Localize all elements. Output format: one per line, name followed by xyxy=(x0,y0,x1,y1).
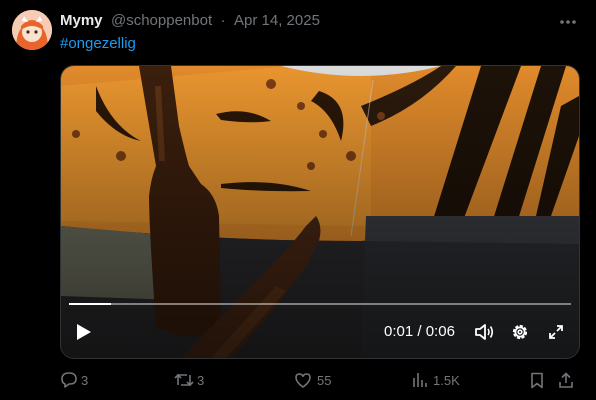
video-player[interactable]: 0:01 / 0:06 xyxy=(60,65,580,359)
repost-count: 3 xyxy=(197,372,205,388)
reply-count: 3 xyxy=(81,372,89,388)
share-button[interactable] xyxy=(558,368,574,392)
share-icon xyxy=(559,371,573,388)
avatar[interactable] xyxy=(12,10,52,50)
settings-icon xyxy=(512,324,528,340)
reply-icon xyxy=(61,372,77,388)
video-controls: 0:01 / 0:06 xyxy=(61,314,579,350)
views-button[interactable]: 1.5K xyxy=(412,368,460,392)
volume-button[interactable] xyxy=(471,314,497,350)
duration: 0:06 xyxy=(425,323,455,340)
reply-button[interactable]: 3 xyxy=(60,368,88,392)
like-count: 55 xyxy=(317,372,332,388)
tweet-actions: 3 3 55 1.5K xyxy=(60,368,584,392)
more-options-button[interactable] xyxy=(556,12,580,32)
author-name[interactable]: Mymy xyxy=(60,12,103,29)
time-separator: / xyxy=(417,323,422,340)
tweet-header: Mymy @schoppenbot · Apr 14, 2025 xyxy=(60,12,584,32)
like-icon xyxy=(295,372,311,388)
repost-button[interactable]: 3 xyxy=(174,368,204,392)
play-icon xyxy=(77,324,91,340)
time-display: 0:01 / 0:06 xyxy=(384,323,455,340)
current-time: 0:01 xyxy=(384,323,414,340)
hashtag-link[interactable]: #ongezellig xyxy=(60,35,136,52)
progress-bar[interactable] xyxy=(69,303,571,305)
bookmark-icon xyxy=(531,372,543,388)
fullscreen-button[interactable] xyxy=(543,314,569,350)
views-icon xyxy=(413,373,427,387)
play-button[interactable] xyxy=(71,314,97,350)
settings-button[interactable] xyxy=(507,314,533,350)
tweet-date[interactable]: Apr 14, 2025 xyxy=(234,12,320,29)
like-button[interactable]: 55 xyxy=(294,368,331,392)
repost-icon xyxy=(174,373,194,387)
more-icon xyxy=(560,20,576,24)
author-handle[interactable]: @schoppenbot xyxy=(111,12,212,29)
bookmark-button[interactable] xyxy=(530,368,544,392)
volume-icon xyxy=(475,324,494,340)
progress-fill xyxy=(69,303,111,305)
view-count: 1.5K xyxy=(433,372,460,388)
fullscreen-icon xyxy=(549,325,563,339)
meta-separator: · xyxy=(220,12,226,29)
